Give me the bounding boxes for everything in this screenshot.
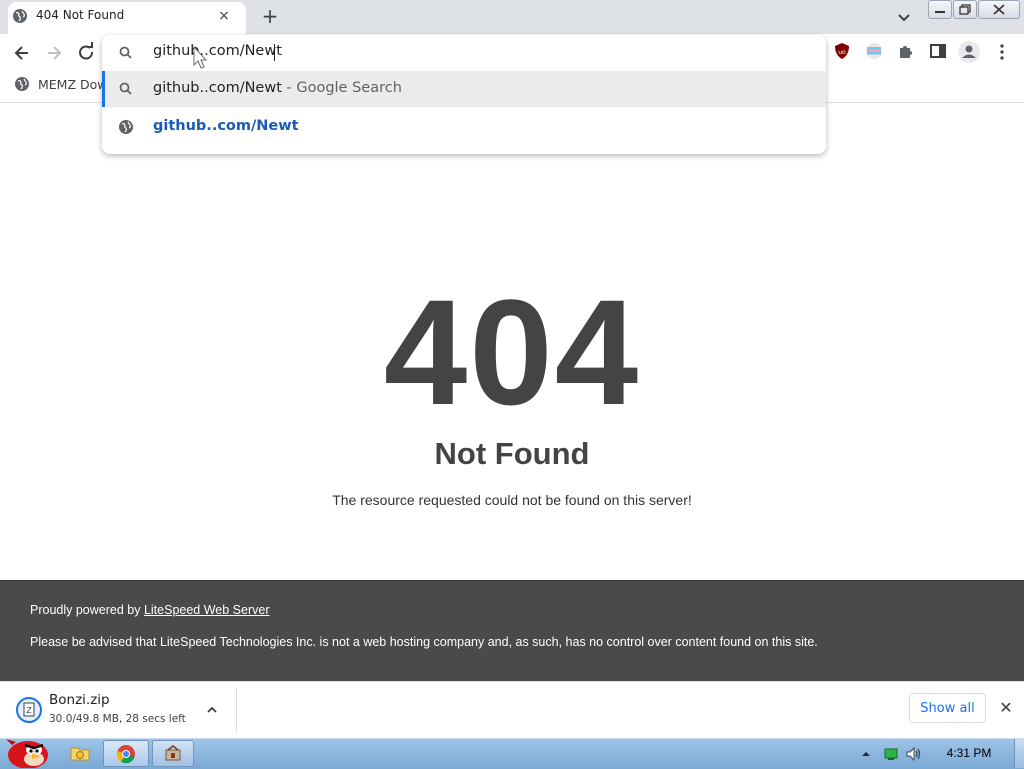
svg-text:Z: Z	[26, 706, 32, 715]
app-icon	[165, 745, 181, 761]
download-shelf	[0, 681, 1024, 739]
suggestion-url[interactable]: github..com/Newt	[153, 118, 299, 134]
forward-arrow-icon[interactable]	[40, 39, 68, 67]
download-status: 30.0/49.8 MB, 28 secs left	[49, 713, 186, 725]
page-footer	[0, 580, 1024, 682]
powered-by-prefix: Proudly powered by	[30, 603, 144, 617]
download-divider	[236, 688, 237, 732]
close-icon	[993, 4, 1005, 15]
litespeed-link[interactable]: LiteSpeed Web Server	[144, 603, 270, 617]
extension-flag-icon[interactable]	[865, 42, 883, 60]
address-bar-text[interactable]: github..com/Newt	[153, 43, 282, 59]
footer-notice: Please be advised that LiteSpeed Technol…	[30, 635, 818, 649]
bookmark-memz[interactable]: MEMZ Dow	[38, 77, 108, 92]
globe-icon	[119, 120, 133, 134]
error-message: The resource requested could not be foun…	[332, 492, 692, 508]
text-caret	[274, 44, 275, 61]
ublock-origin-icon[interactable]: uo	[833, 42, 851, 60]
globe-icon	[13, 9, 27, 23]
close-window-button[interactable]	[978, 0, 1020, 19]
show-all-button[interactable]: Show all	[909, 693, 986, 723]
profile-avatar-icon[interactable]	[957, 40, 981, 64]
folder-icon[interactable]	[70, 744, 90, 762]
network-icon[interactable]	[883, 746, 899, 762]
minimize-icon	[935, 11, 945, 13]
globe-icon	[15, 77, 29, 91]
mouse-cursor-icon	[193, 46, 208, 69]
zip-file-icon: Z	[16, 697, 42, 723]
angry-bird-start-icon[interactable]	[2, 731, 50, 768]
show-desktop-button[interactable]	[1014, 739, 1024, 768]
svg-text:uo: uo	[838, 49, 846, 56]
tab-title: 404 Not Found	[36, 8, 125, 22]
tray-arrow-up-icon[interactable]	[860, 748, 872, 760]
menu-kebab-icon[interactable]	[994, 42, 1010, 62]
suggestion-search-text: github..com/Newt - Google Search	[153, 80, 402, 96]
chevron-up-icon[interactable]	[204, 702, 220, 718]
suggestion-query: github..com/Newt	[153, 80, 282, 96]
extensions-puzzle-icon[interactable]	[897, 42, 915, 60]
back-arrow-icon[interactable]	[8, 39, 36, 67]
restore-icon	[959, 4, 971, 15]
tab-close-icon[interactable]: ×	[214, 6, 234, 26]
powered-by-text: Proudly powered by LiteSpeed Web Server	[30, 603, 270, 617]
suggestion-suffix: - Google Search	[281, 80, 402, 96]
tab-search-chevron-icon[interactable]	[892, 8, 916, 28]
side-panel-icon[interactable]	[929, 42, 947, 60]
search-icon	[119, 46, 132, 59]
close-shelf-icon[interactable]: ✕	[996, 698, 1016, 718]
chrome-icon	[116, 745, 135, 764]
new-tab-button[interactable]: +	[258, 5, 282, 29]
reload-icon[interactable]	[72, 39, 100, 67]
error-heading: Not Found	[434, 436, 590, 471]
suggestion-selected-indicator	[102, 71, 105, 107]
restore-button[interactable]	[953, 0, 977, 19]
minimize-button[interactable]	[928, 0, 952, 19]
search-icon	[119, 82, 132, 95]
taskbar-clock[interactable]: 4:31 PM	[934, 746, 1004, 760]
download-filename[interactable]: Bonzi.zip	[49, 692, 110, 708]
error-code: 404	[383, 268, 641, 436]
volume-icon[interactable]	[905, 745, 923, 763]
